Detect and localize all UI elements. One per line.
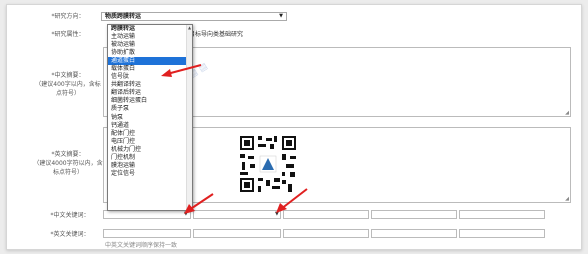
cn-abstract-title: *中文摘要： [51, 72, 85, 79]
cn-keyword-field-3[interactable] [283, 210, 369, 219]
scroll-up-icon[interactable]: ▲ [187, 25, 192, 30]
research-direction-dropdown-list[interactable]: 跨膜转运 主动运输 被动运输 协助扩散 通道蛋白 载体蛋白 信号肽 共翻译转运 翻译后转运 细菌转… [107, 24, 193, 211]
dropdown-option[interactable]: 定位信号 [108, 170, 192, 178]
en-abstract-title: *英文摘要： [51, 151, 85, 158]
en-keyword-field-1[interactable] [103, 229, 191, 238]
en-keyword-field-2[interactable] [193, 229, 281, 238]
research-attribute-text: 目标导向类基础研究 [189, 31, 244, 38]
dropdown-option[interactable]: 膜泡运输 [108, 162, 192, 170]
dropdown-option[interactable]: 机械力门控 [108, 146, 192, 154]
en-keyword-field-5[interactable] [459, 229, 545, 238]
form-card: *研究方向： 物质跨膜转运 ▼ *研究属性： 目标导向类基础研究 *中文摘要： … [6, 4, 582, 250]
dropdown-option[interactable]: 质子泵 [108, 105, 192, 113]
cn-abstract-hint: （建议400字以内，含标点符号） [35, 81, 101, 97]
cn-keyword-field-1[interactable] [103, 210, 191, 219]
chevron-down-icon: ▼ [279, 13, 283, 19]
cn-abstract-label: *中文摘要： （建议400字以内，含标点符号） [33, 71, 103, 98]
keywords-order-hint: 中英文关键词顺序保持一致 [105, 242, 178, 249]
research-direction-label: *研究方向： [51, 13, 85, 20]
resize-grip-icon[interactable]: ◢ [565, 110, 569, 116]
dropdown-option[interactable]: 配体门控 [108, 130, 192, 138]
dropdown-option[interactable]: 钙通道 [108, 122, 192, 130]
cn-keyword-field-2[interactable] [193, 210, 281, 219]
dropdown-options: 跨膜转运 主动运输 被动运输 协助扩散 通道蛋白 载体蛋白 信号肽 共翻译转运 翻译后转运 细菌转… [108, 25, 192, 178]
cn-keywords-label: *中文关键词： [50, 212, 90, 219]
dropdown-option[interactable]: 主动运输 [108, 33, 192, 41]
resize-grip-icon[interactable]: ◢ [565, 196, 569, 202]
research-attribute-label: *研究属性： [51, 31, 85, 38]
en-abstract-label: *英文摘要： （建议4000字符以内，含标点符号） [33, 150, 103, 177]
research-direction-value: 物质跨膜转运 [105, 13, 142, 20]
en-keyword-field-3[interactable] [283, 229, 369, 238]
en-abstract-hint: （建议4000字符以内，含标点符号） [33, 160, 103, 176]
dropdown-option[interactable]: 门控机制 [108, 154, 192, 162]
qr-code-image [238, 134, 298, 194]
en-keyword-field-4[interactable] [371, 229, 457, 238]
dropdown-option[interactable]: 跨膜转运 [108, 25, 192, 33]
en-keywords-label: *英文关键词： [50, 231, 90, 238]
chevron-down-icon[interactable]: ▼ [275, 211, 279, 217]
chevron-down-icon[interactable]: ▼ [184, 211, 188, 217]
scroll-down-icon[interactable]: ▼ [187, 205, 192, 210]
cn-keyword-field-4[interactable] [371, 210, 457, 219]
dropdown-option[interactable]: 协助扩散 [108, 49, 192, 57]
dropdown-scrollbar[interactable]: ▲ ▼ [186, 25, 192, 210]
cn-keyword-field-5[interactable] [459, 210, 545, 219]
dropdown-option[interactable]: 被动运输 [108, 41, 192, 49]
dropdown-option[interactable]: 电压门控 [108, 138, 192, 146]
dropdown-option[interactable]: 钠泵 [108, 114, 192, 122]
research-direction-select[interactable]: 物质跨膜转运 ▼ [101, 12, 287, 21]
